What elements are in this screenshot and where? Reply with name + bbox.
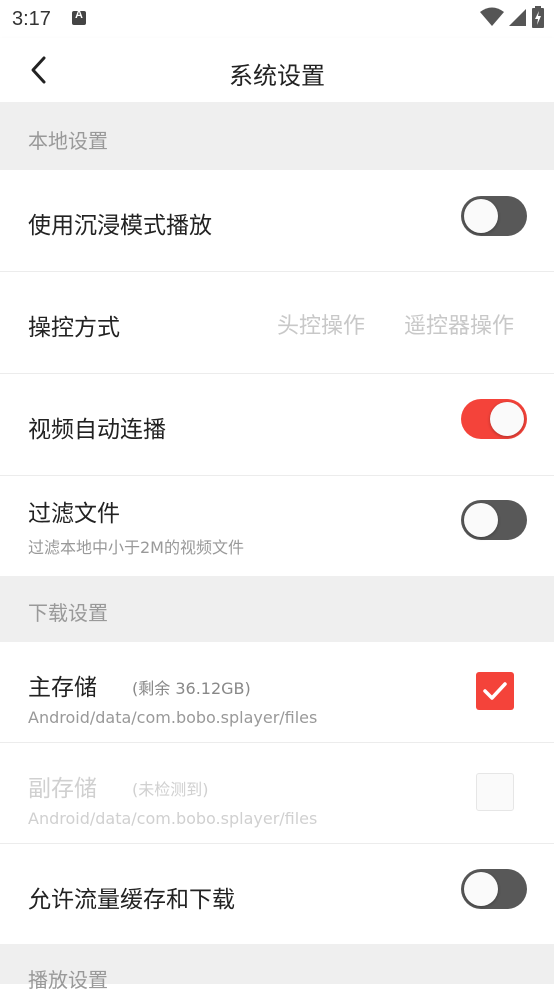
signal-icon	[508, 9, 526, 26]
page-title: 系统设置	[229, 62, 325, 90]
status-bar: 3:17 A	[0, 0, 554, 38]
primary-storage-checkbox[interactable]	[476, 672, 514, 710]
section-header-local: 本地设置	[0, 102, 554, 170]
setting-title: 允许流量缓存和下载	[28, 887, 235, 913]
setting-row-autoplay[interactable]: 视频自动连播	[0, 374, 554, 476]
toggle-knob	[490, 402, 524, 436]
setting-title: 操控方式	[28, 315, 120, 341]
autoplay-toggle[interactable]	[461, 399, 527, 439]
immersive-toggle[interactable]	[461, 196, 527, 236]
setting-title: 主存储	[28, 675, 97, 701]
setting-row-cellular[interactable]: 允许流量缓存和下载	[0, 844, 554, 944]
filter-toggle[interactable]	[461, 500, 527, 540]
notification-icon: A	[72, 9, 86, 25]
setting-row-secondary-storage: 副存储 (未检测到) Android/data/com.bobo.splayer…	[0, 743, 554, 844]
setting-row-control: 操控方式 头控操作 遥控器操作	[0, 272, 554, 374]
status-time: 3:17	[12, 8, 51, 30]
storage-path: Android/data/com.bobo.splayer/files	[28, 809, 318, 828]
storage-remaining: (剩余 36.12GB)	[132, 679, 251, 698]
setting-row-filter[interactable]: 过滤文件 过滤本地中小于2M的视频文件	[0, 476, 554, 576]
battery-icon	[532, 6, 544, 28]
storage-path: Android/data/com.bobo.splayer/files	[28, 708, 318, 727]
toggle-knob	[464, 872, 498, 906]
wifi-icon	[479, 7, 504, 26]
control-option-remote[interactable]: 遥控器操作	[404, 308, 514, 340]
app-header: 系统设置	[0, 38, 554, 102]
toggle-knob	[464, 503, 498, 537]
storage-status: (未检测到)	[132, 780, 209, 799]
setting-title: 副存储	[28, 776, 97, 802]
setting-title: 过滤文件	[28, 501, 120, 527]
section-header-playback: 播放设置	[0, 944, 554, 992]
toggle-knob	[464, 199, 498, 233]
cellular-toggle[interactable]	[461, 869, 527, 909]
setting-row-primary-storage[interactable]: 主存储 (剩余 36.12GB) Android/data/com.bobo.s…	[0, 642, 554, 743]
setting-title: 使用沉浸模式播放	[28, 213, 212, 239]
setting-row-immersive[interactable]: 使用沉浸模式播放	[0, 170, 554, 272]
secondary-storage-checkbox	[476, 773, 514, 811]
section-header-download: 下载设置	[0, 576, 554, 642]
control-option-head[interactable]: 头控操作	[277, 308, 365, 340]
setting-title: 视频自动连播	[28, 417, 166, 443]
checkmark-icon	[483, 682, 507, 700]
setting-subtitle: 过滤本地中小于2M的视频文件	[28, 538, 244, 557]
